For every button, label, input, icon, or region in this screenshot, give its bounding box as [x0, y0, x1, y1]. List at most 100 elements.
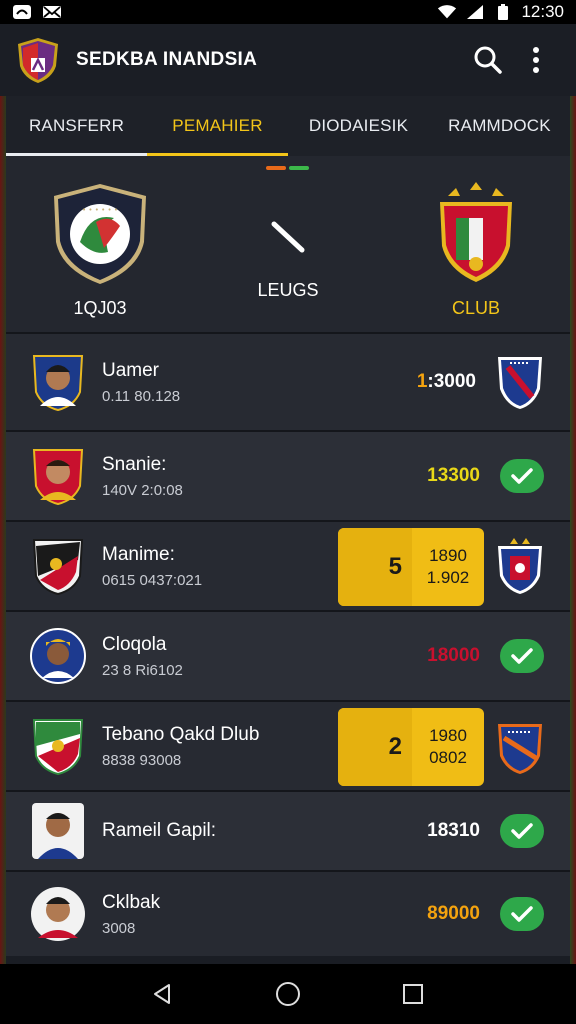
selected-check-button[interactable] [500, 639, 544, 673]
svg-text:• • • • • •: • • • • • • [82, 206, 118, 214]
list-item[interactable]: Cklbak 3008 89000 [6, 870, 570, 956]
player-info: Cklbak 3008 [102, 892, 427, 937]
more-vert-icon [533, 47, 539, 73]
club-crest-icon [498, 357, 542, 409]
player-avatar-icon [32, 449, 84, 506]
list-item[interactable]: Snanie: 140V 2:0:08 13300 [6, 430, 570, 520]
club-crest-icon [498, 724, 542, 774]
away-team[interactable]: CLUB [406, 156, 546, 319]
list-item[interactable]: Cloqola 23 8 Ri6102 18000 [6, 610, 570, 700]
player-avatar-icon [32, 803, 84, 859]
list-item[interactable]: Tebano Qakd Dlub 8838 93008 2 1980 0802 [6, 700, 570, 790]
player-info: Uamer 0.11 80.128 [102, 360, 417, 405]
selected-check-button[interactable] [500, 459, 544, 493]
highlighted-stats[interactable]: 2 1980 0802 [338, 708, 484, 786]
tab-label: DIODAIESIK [308, 116, 409, 135]
value-amount: 9000 [437, 903, 480, 924]
stat-line-2: 0802 [429, 748, 467, 767]
tab-label: PEMAHIER [172, 116, 263, 135]
pager-dot [266, 166, 286, 170]
tab-label: RAMMDOCK [448, 116, 551, 135]
pager-dot [289, 166, 309, 170]
back-icon [153, 984, 170, 1004]
list-item[interactable]: Manime: 0615 0437:021 5 1890 1.902 [6, 520, 570, 610]
club-avatar-icon [32, 539, 84, 596]
recents-button[interactable] [389, 970, 437, 1018]
player-name: Snanie: [102, 453, 167, 475]
main-content: • • • • • • 1QJ03 LEUGS CLUB Uamer 0.11 … [6, 156, 570, 964]
player-avatar-icon [32, 355, 84, 412]
tab-pemahier[interactable]: PEMAHIER [147, 96, 288, 156]
stat-line-1: 1980 [429, 726, 467, 745]
club-crest-icon [498, 538, 542, 594]
player-info: Rameil Gapil: [102, 820, 427, 842]
club-avatar-icon [32, 719, 84, 776]
clock: 12:30 [521, 2, 564, 21]
rank-number: 2 [338, 708, 412, 786]
player-value: 18000 [427, 645, 480, 666]
selected-check-button[interactable] [500, 897, 544, 931]
player-name: Cloqola [102, 633, 167, 655]
signal-icon [465, 4, 485, 20]
tab-rammdock[interactable]: RAMMDOCK [429, 96, 570, 156]
recents-icon [403, 984, 424, 1004]
tab-diodaiesik[interactable]: DIODAIESIK [288, 96, 429, 156]
app-logo-crest-icon [18, 38, 58, 83]
home-team[interactable]: • • • • • • 1QJ03 [30, 156, 170, 319]
selected-check-button[interactable] [500, 814, 544, 848]
player-meta: 140V 2:0:08 [102, 481, 183, 499]
app-title: SEDKBA INANDSIA [76, 49, 258, 70]
check-icon [511, 823, 533, 839]
away-team-name: CLUB [451, 298, 500, 318]
player-meta: 0.11 80.128 [102, 387, 181, 405]
stat-line-1: 1890 [429, 546, 467, 565]
list-item[interactable]: Uamer 0.11 80.128 1:3000 [6, 332, 570, 430]
player-avatar-icon [30, 628, 86, 684]
player-name: Rameil Gapil: [102, 820, 217, 841]
value-prefix: 1 [416, 371, 428, 392]
home-button[interactable] [264, 970, 312, 1018]
more-options-button[interactable] [512, 36, 560, 84]
tab-label: RANSFERR [28, 116, 125, 135]
mail-icon [42, 4, 62, 20]
rank-number: 5 [338, 528, 412, 606]
value-prefix: 8 [427, 903, 438, 924]
match-center: LEUGS [218, 156, 358, 301]
sync-icon [12, 4, 32, 20]
stat-line-2: 1.902 [426, 568, 470, 587]
player-name: Cklbak [102, 891, 161, 913]
player-info: Snanie: 140V 2:0:08 [102, 454, 427, 499]
highlighted-stats[interactable]: 5 1890 1.902 [338, 528, 484, 606]
player-avatar-icon [31, 887, 85, 941]
match-center-label: LEUGS [257, 280, 319, 300]
app-bar: SEDKBA INANDSIA [0, 24, 576, 96]
wifi-icon [437, 4, 457, 20]
player-value: 18310 [427, 820, 480, 841]
player-name: Uamer [102, 359, 160, 381]
away-team-crest-icon [440, 182, 512, 282]
player-info: Cloqola 23 8 Ri6102 [102, 634, 427, 679]
search-button[interactable] [464, 36, 512, 84]
stat-figures: 1890 1.902 [412, 545, 484, 589]
player-value: 89000 [427, 903, 480, 925]
home-team-name: 1QJ03 [73, 298, 127, 318]
match-card[interactable]: • • • • • • 1QJ03 LEUGS CLUB [6, 156, 570, 332]
player-meta: 23 8 Ri6102 [102, 661, 183, 679]
tab-indicator [6, 153, 147, 156]
back-button[interactable] [139, 970, 187, 1018]
battery-icon [493, 4, 513, 20]
tab-indicator-active [147, 153, 288, 156]
check-icon [511, 648, 533, 664]
tab-ransferr[interactable]: RANSFERR [6, 96, 147, 156]
stat-figures: 1980 0802 [412, 725, 484, 769]
player-value: 1:3000 [417, 371, 476, 393]
search-icon [474, 46, 502, 74]
tab-bar: RANSFERR PEMAHIER DIODAIESIK RAMMDOCK [6, 96, 570, 156]
status-bar: 12:30 [0, 0, 576, 24]
system-nav-bar [0, 964, 576, 1024]
list-item[interactable]: Rameil Gapil: 18310 [6, 790, 570, 870]
slash-icon [271, 221, 305, 253]
home-team-crest-icon: • • • • • • [54, 184, 146, 284]
check-icon [511, 468, 533, 484]
check-icon [511, 906, 533, 922]
